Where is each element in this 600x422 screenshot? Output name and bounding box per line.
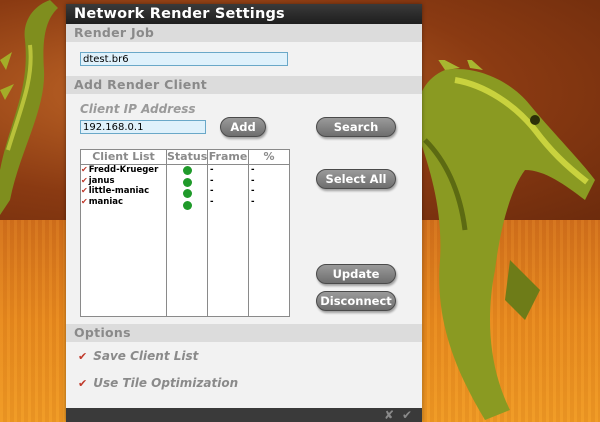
use-tile-optimization-label: Use Tile Optimization: [93, 376, 239, 390]
table-row[interactable]: ✔maniac: [81, 197, 166, 208]
add-render-client-section-header: Add Render Client: [66, 76, 422, 94]
check-icon: ✔: [81, 186, 88, 195]
client-name: little-maniac: [88, 186, 150, 196]
client-list-header: Client List: [81, 150, 166, 165]
dialog-title: Network Render Settings: [66, 4, 422, 24]
frame-value: -: [210, 175, 214, 186]
dragon-head-image: [416, 60, 595, 420]
frame-value: -: [210, 196, 214, 207]
percent-value: -: [251, 175, 255, 186]
update-button[interactable]: Update: [316, 264, 396, 284]
percent-value: -: [251, 186, 255, 196]
status-header: Status: [167, 150, 208, 165]
checkbox-checked-icon[interactable]: ✔: [78, 377, 87, 390]
disconnect-button[interactable]: Disconnect: [316, 291, 396, 311]
client-ip-input[interactable]: [80, 120, 206, 134]
percent-value: -: [251, 196, 255, 207]
close-icon[interactable]: ✘: [384, 408, 394, 422]
options-section-header: Options: [66, 324, 422, 342]
dialog-footer: ✘ ✔: [66, 408, 422, 422]
frame-value: -: [210, 165, 214, 175]
table-row[interactable]: ✔little-maniac: [81, 186, 166, 197]
percent-column: % - - - -: [249, 150, 289, 316]
select-all-button[interactable]: Select All: [316, 169, 396, 189]
table-row[interactable]: ✔Fredd-Krueger: [81, 165, 166, 176]
client-list-column: Client List ✔Fredd-Krueger ✔janus ✔littl…: [81, 150, 167, 316]
network-render-dialog: Network Render Settings Render Job Add R…: [66, 4, 422, 422]
frame-column: Frame - - - -: [208, 150, 249, 316]
client-table: Client List ✔Fredd-Krueger ✔janus ✔littl…: [80, 149, 290, 317]
frame-value: -: [210, 186, 214, 196]
dragon-tail-image: [0, 0, 58, 215]
search-button[interactable]: Search: [316, 117, 396, 137]
save-client-list-option[interactable]: ✔ Save Client List: [78, 349, 198, 363]
use-tile-optimization-option[interactable]: ✔ Use Tile Optimization: [78, 376, 238, 390]
save-client-list-label: Save Client List: [93, 349, 199, 363]
checkbox-checked-icon[interactable]: ✔: [78, 350, 87, 363]
status-online-icon: [182, 177, 192, 187]
client-name: maniac: [88, 196, 124, 207]
status-column: Status: [167, 150, 208, 316]
status-online-icon: [182, 189, 192, 198]
render-job-filename-input[interactable]: [80, 52, 288, 66]
table-row[interactable]: ✔janus: [81, 176, 166, 187]
client-name: Fredd-Krueger: [88, 165, 159, 175]
percent-header: %: [249, 150, 289, 165]
frame-header: Frame: [208, 150, 248, 165]
client-name: janus: [88, 175, 115, 186]
percent-value: -: [251, 165, 255, 175]
checkmark-icon[interactable]: ✔: [402, 408, 412, 422]
client-ip-label: Client IP Address: [80, 102, 196, 116]
check-icon: ✔: [81, 175, 88, 185]
status-online-icon: [182, 166, 192, 175]
check-icon: ✔: [81, 165, 88, 174]
render-job-section-header: Render Job: [66, 24, 422, 42]
status-online-icon: [182, 200, 192, 210]
check-icon: ✔: [81, 196, 88, 206]
add-client-button[interactable]: Add: [220, 117, 266, 137]
